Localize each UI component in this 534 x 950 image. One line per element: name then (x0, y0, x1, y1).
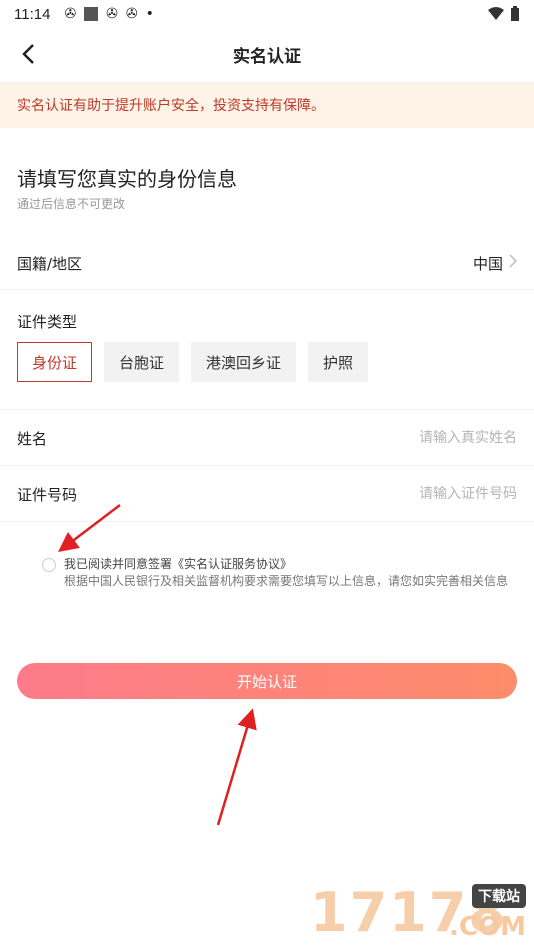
country-selector[interactable]: 国籍/地区 中国 (0, 235, 534, 291)
id-number-input[interactable] (237, 486, 517, 502)
notice-banner: 实名认证有助于提升账户安全，投资支持有保障。 (0, 82, 534, 128)
start-verification-button[interactable]: 开始认证 (17, 663, 517, 699)
status-bar: 11:14 ✇ ✇ ✇ • (0, 0, 534, 28)
back-button[interactable] (14, 40, 42, 68)
square-notification-icon (84, 7, 99, 21)
more-notifications-dot: • (145, 6, 154, 22)
notice-text: 实名认证有助于提升账户安全，投资支持有保障。 (17, 98, 325, 114)
watermark-suffix: .COM (449, 912, 526, 942)
start-verification-label: 开始认证 (236, 672, 297, 691)
site-watermark: 17178 下载站 .COM (304, 881, 534, 950)
agreement-prefix: 我已阅读并同意签署 (64, 557, 173, 571)
status-time: 11:14 (14, 5, 51, 23)
name-input[interactable] (237, 430, 517, 446)
chevron-right-icon (509, 254, 518, 272)
doc-type-options: 身份证 台胞证 港澳回乡证 护照 (17, 342, 369, 382)
name-row: 姓名 (0, 410, 534, 466)
agreement-block: 我已阅读并同意签署《实名认证服务协议》 根据中国人民银行及相关监督机构要求需要您… (42, 556, 512, 590)
section-title: 请填写您真实的身份信息 (17, 167, 237, 191)
battery-icon (511, 6, 519, 21)
doc-type-id-card[interactable]: 身份证 (17, 342, 93, 382)
country-value-group: 中国 (472, 253, 518, 274)
country-value: 中国 (472, 254, 503, 273)
agreement-link[interactable]: 《实名认证服务协议》 (172, 557, 292, 571)
id-number-label: 证件号码 (17, 485, 78, 504)
nav-bar: 实名认证 (0, 28, 534, 80)
doc-type-passport[interactable]: 护照 (308, 342, 369, 382)
doc-type-label: 证件类型 (17, 313, 78, 331)
app-notification-icon: ✇ (125, 6, 138, 22)
doc-type-hk-macau-permit[interactable]: 港澳回乡证 (191, 342, 297, 382)
system-icons (488, 6, 520, 22)
name-label: 姓名 (17, 429, 48, 448)
divider (0, 521, 534, 522)
id-number-row: 证件号码 (0, 466, 534, 522)
annotation-arrow (216, 708, 257, 826)
app-notification-icon: ✇ (64, 6, 77, 22)
watermark-tag: 下载站 (472, 884, 526, 908)
wifi-icon (488, 7, 504, 20)
section-subtitle: 通过后信息不可更改 (17, 197, 126, 211)
agreement-checkbox[interactable] (42, 558, 56, 572)
page-title: 实名认证 (233, 46, 301, 67)
app-notification-icon: ✇ (106, 6, 118, 22)
back-arrow-icon (22, 44, 34, 64)
divider (0, 289, 534, 290)
doc-type-taiwan-permit[interactable]: 台胞证 (104, 342, 180, 382)
country-label: 国籍/地区 (17, 254, 83, 273)
notification-icons: ✇ ✇ ✇ • (64, 6, 153, 22)
agreement-description: 根据中国人民银行及相关监督机构要求需要您填写以上信息，请您如实完善相关信息 (64, 574, 509, 588)
agreement-line: 我已阅读并同意签署《实名认证服务协议》 (64, 556, 512, 573)
